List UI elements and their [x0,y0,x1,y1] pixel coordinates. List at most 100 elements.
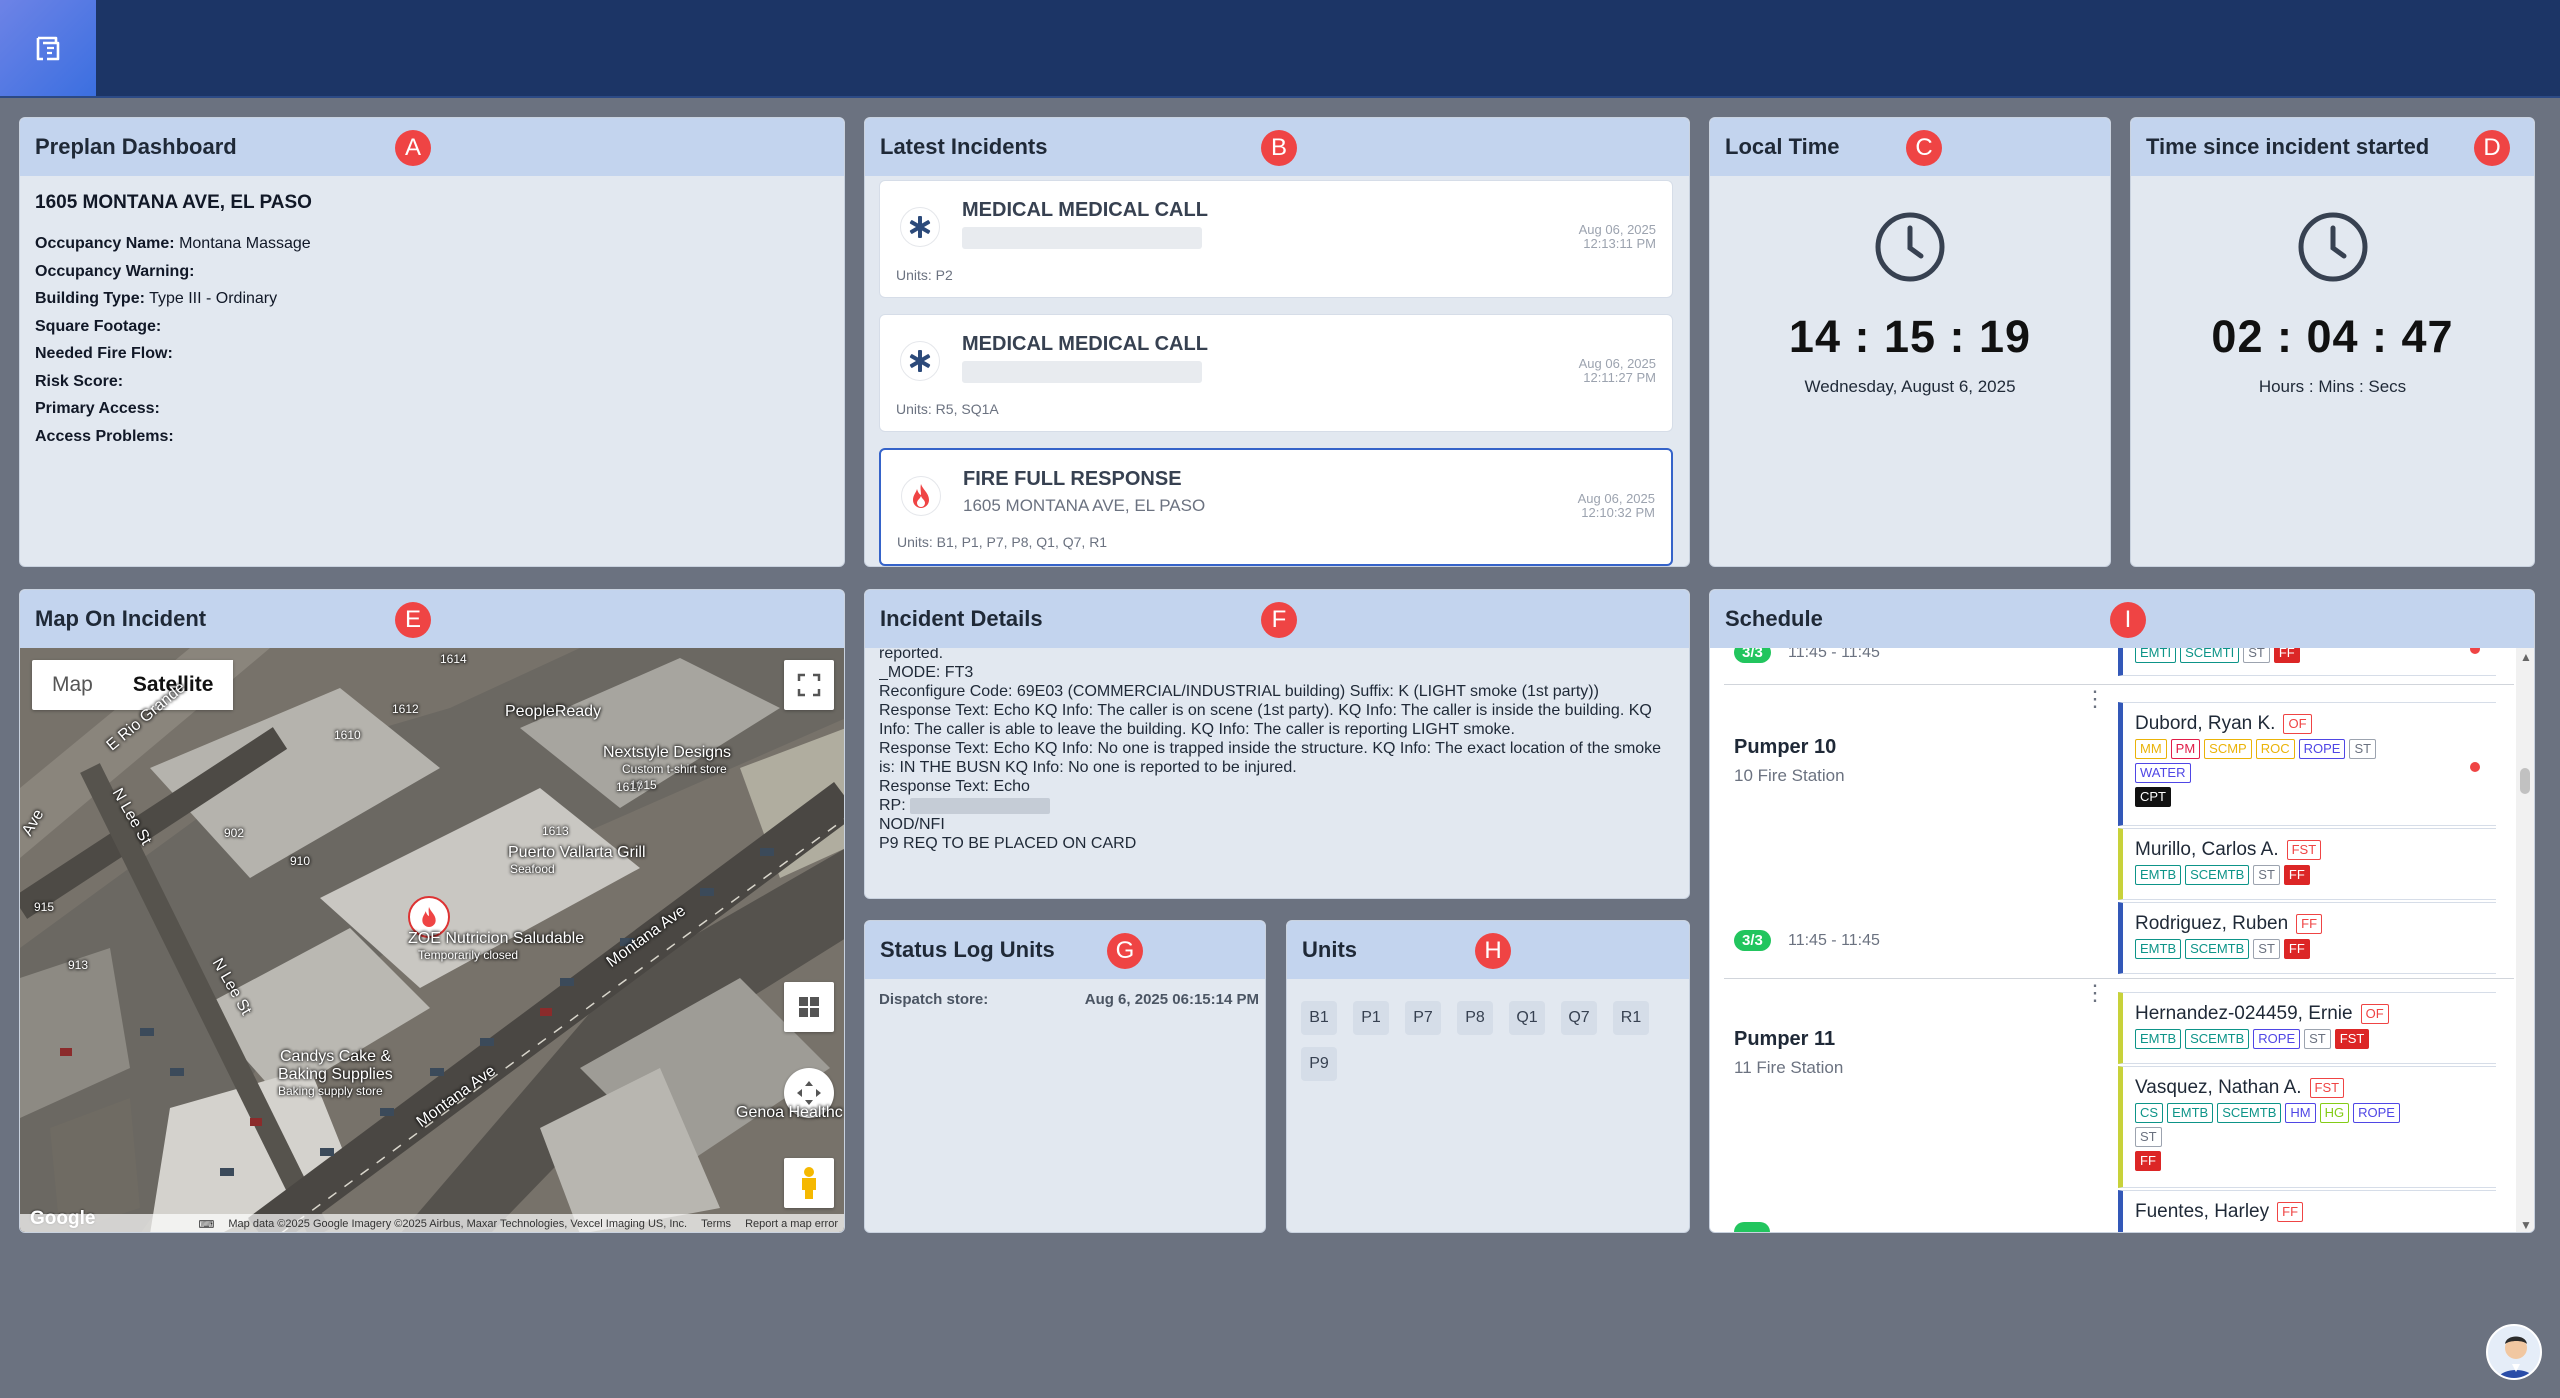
terms-link[interactable]: Terms [701,1218,731,1230]
crew-member-name: Fuentes, Harley [2135,1201,2270,1222]
incident-address: 1605 MONTANA AVE, EL PASO [963,496,1206,515]
unit-chip[interactable]: P9 [1301,1047,1337,1081]
unit-chip-list: B1 P1 P7 P8 Q1 Q7 R1 P9 [1301,1001,1681,1081]
preplan-header: Preplan Dashboard A [20,118,844,176]
cert-tag: SCEMTB [2217,1103,2282,1123]
marker-i: I [2110,602,2146,638]
street-view-pegman[interactable] [784,1158,834,1208]
crew-member-card[interactable]: Dubord, Ryan K. OF MM PM SCMP ROC ROPE ST… [2118,702,2496,826]
cert-tag: HM [2285,1103,2316,1123]
crew-member-card[interactable]: Hernandez-024459, Ernie OF EMTB SCEMTB RO… [2118,992,2496,1064]
place-label: Baking Supplies [278,1066,393,1083]
cert-tag: EMTB [2135,865,2182,885]
parcel-number: 1610 [334,728,361,742]
unit-chip[interactable]: P1 [1353,1001,1389,1035]
redacted-rp [910,797,1051,814]
parcel-number: 913 [68,958,89,972]
crew-member-card[interactable]: EMTI SCEMTI ST FF [2118,648,2496,676]
map-title: Map On Incident [35,606,207,631]
incident-units: Units: P2 [896,267,953,283]
elapsed-time-value: 02 : 04 : 47 [2211,311,2454,362]
unit-chip[interactable]: Q7 [1561,1001,1597,1035]
preplan-row: Building Type: Type III - Ordinary [35,290,278,307]
map-header: Map On Incident E [20,590,844,648]
satellite-map[interactable]: Map Satellite E Rio Grande N Lee St N Le… [20,648,844,1232]
cert-tag: MM [2135,739,2167,759]
cert-tag: EMTB [2135,939,2182,959]
user-avatar[interactable] [2486,1324,2542,1380]
apparatus-name: Pumper 11 [1734,1028,1836,1050]
incident-card-selected[interactable]: FIRE FULL RESPONSE 1605 MONTANA AVE, EL … [879,448,1673,566]
local-time-panel: Local Time C 14 : 15 : 19 Wednesday, Aug… [1709,117,2111,567]
parcel-number: 1614 [440,652,467,666]
keyboard-icon[interactable]: ⌨ [199,1218,215,1231]
cert-tag: CS [2135,1103,2164,1123]
units-header: Units H [1287,921,1689,979]
cert-tag: FF [2283,865,2310,885]
map-layers-button[interactable] [784,982,834,1032]
preplan-row: Primary Access: [35,400,160,417]
unit-chip[interactable]: R1 [1613,1001,1649,1035]
fire-icon [901,476,941,516]
medical-star-icon [900,341,940,381]
schedule-list[interactable]: 3/3 11:45 - 11:45 EMTI SCEMTI ST FF Pump… [1710,648,2534,1232]
local-time-header: Local Time C [1710,118,2110,176]
parcel-number: 915 [34,900,55,914]
schedule-scrollbar[interactable]: ▲ ▼ [2516,648,2534,1232]
map-view-button[interactable]: Map [32,660,113,710]
place-label[interactable]: ZOE Nutricion Saludable [408,930,584,948]
shift-time: 11:45 - 11:45 [1788,648,1880,661]
crew-member-card[interactable]: Fuentes, Harley FF [2118,1190,2496,1232]
parcel-number: 1617 [616,780,643,794]
incident-units: Units: R5, SQ1A [896,401,999,417]
marker-c: C [1906,130,1942,166]
place-label[interactable]: Genoa Healthc [736,1104,843,1122]
crew-member-name: Hernandez-024459, Ernie [2135,1003,2353,1024]
app-logo-button[interactable] [0,0,96,96]
rank-tag: FF [2296,914,2323,934]
map-attribution: ⌨ Map data ©2025 Google Imagery ©2025 Ai… [20,1214,844,1232]
redacted-address [962,227,1202,249]
status-dot [2470,762,2480,772]
grid-icon [799,997,819,1017]
incident-card[interactable]: MEDICAL MEDICAL CALL Aug 06, 2025 12:13:1… [879,180,1673,298]
place-sublabel: Baking supply store [278,1084,383,1098]
elapsed-time-title: Time since incident started [2146,134,2430,159]
unit-chip[interactable]: B1 [1301,1001,1337,1035]
cert-tag: SCEMTB [2185,865,2250,885]
latest-incidents-title: Latest Incidents [880,134,1048,159]
incident-details-header: Incident Details F [865,590,1689,648]
marker-b: B [1261,130,1297,166]
cert-tag: WATER [2135,763,2191,783]
parcel-number: 902 [224,826,245,840]
incident-card[interactable]: MEDICAL MEDICAL CALL Aug 06, 2025 12:11:2… [879,314,1673,432]
place-label[interactable]: Nextstyle Designs [603,744,731,762]
crew-member-card[interactable]: Murillo, Carlos A. FST EMTB SCEMTB ST FF [2118,828,2496,900]
place-label[interactable]: PeopleReady [505,703,601,721]
preplan-address: 1605 MONTANA AVE, EL PASO [35,192,312,213]
marker-e: E [395,602,431,638]
more-options-icon[interactable]: ⋮ [2084,688,2106,710]
crew-member-card[interactable]: Rodriguez, Ruben FF EMTB SCEMTB ST FF [2118,902,2496,974]
fullscreen-button[interactable] [784,660,834,710]
latest-incidents-panel: Latest Incidents B MEDICAL MEDICAL CALL … [864,117,1690,567]
scrollbar-thumb[interactable] [2520,768,2530,794]
scroll-up-icon[interactable]: ▲ [2520,650,2532,664]
unit-chip[interactable]: P8 [1457,1001,1493,1035]
marker-f: F [1261,602,1297,638]
place-label[interactable]: Candys Cake & [280,1048,391,1066]
crew-member-card[interactable]: Vasquez, Nathan A. FST CS EMTB SCEMTB HM … [2118,1066,2496,1188]
parcel-number: 1612 [392,702,419,716]
user-avatar-icon [2497,1336,2535,1378]
place-label[interactable]: Puerto Vallarta Grill [508,844,646,862]
apparatus-name: Pumper 10 [1734,736,1837,758]
scroll-down-icon[interactable]: ▼ [2520,1218,2532,1232]
local-date: Wednesday, August 6, 2025 [1804,377,2016,396]
more-options-icon[interactable]: ⋮ [2084,982,2106,1004]
apparatus-station: 11 Fire Station [1734,1058,1844,1077]
unit-chip[interactable]: P7 [1405,1001,1441,1035]
unit-chip[interactable]: Q1 [1509,1001,1545,1035]
parcel-number: 910 [290,854,311,868]
cert-tag: PM [2170,739,2201,759]
report-map-error-link[interactable]: Report a map error [745,1218,838,1230]
